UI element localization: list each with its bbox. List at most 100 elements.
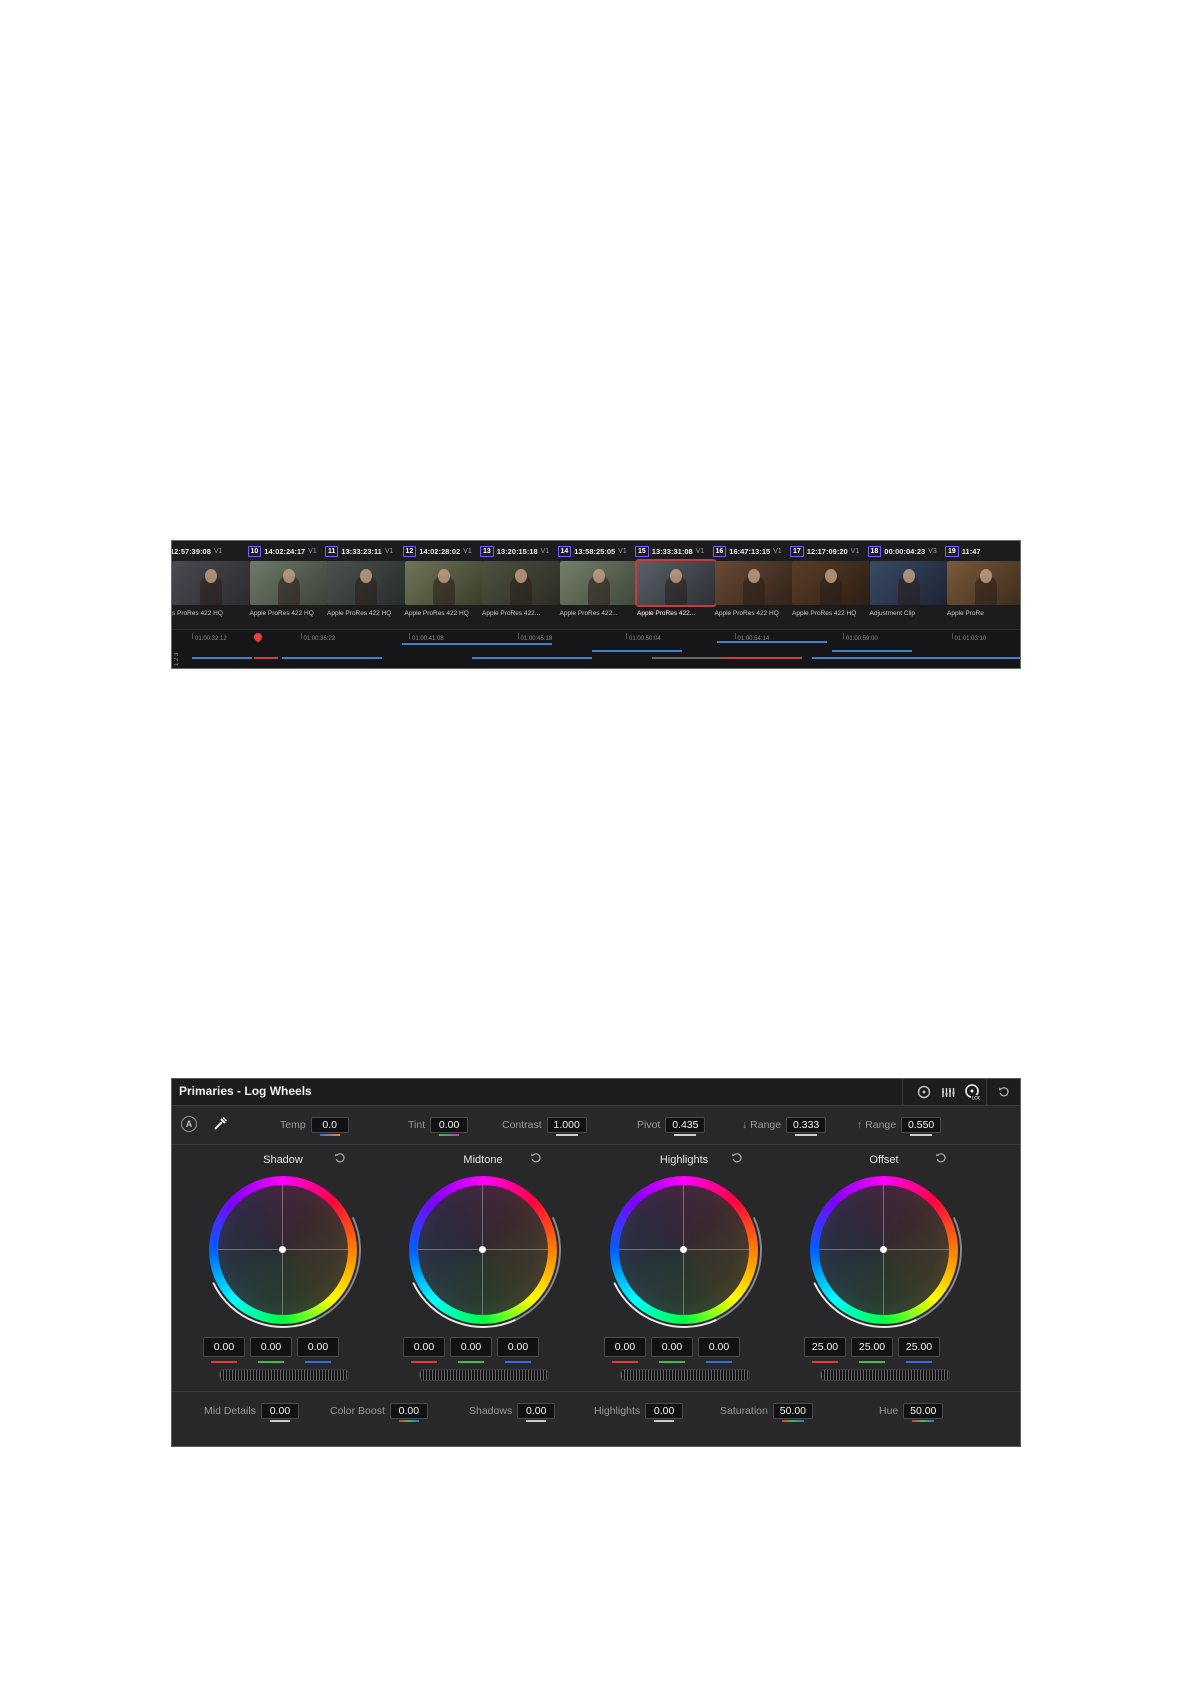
clip-image xyxy=(714,561,793,605)
wheel-title: Highlights xyxy=(659,1154,709,1166)
wheel-handle[interactable] xyxy=(479,1246,486,1253)
wheel-midtone: Midtone 0.00 0.00 0.00 xyxy=(383,1145,583,1391)
clip-header: 16 16:47:13:15 V1 xyxy=(712,545,795,557)
clip-header: 12 14:02:28:02 V1 xyxy=(402,545,485,557)
track-bar xyxy=(717,641,827,643)
ruler-timecode: 01:00:41:08 xyxy=(412,636,444,642)
wheel-blue-value[interactable]: 0.00 xyxy=(698,1337,740,1363)
clip-image xyxy=(635,559,717,607)
param-label: ↓ Range xyxy=(742,1119,782,1131)
param-value-field[interactable]: 0.00 xyxy=(517,1403,556,1422)
clip-codec: Apple ProRes 422 HQ xyxy=(714,610,779,617)
param-range: ↑ Range 0.550 xyxy=(857,1116,942,1136)
master-wheel-jog[interactable] xyxy=(620,1369,750,1381)
param-contrast: Contrast 1.000 xyxy=(502,1116,587,1136)
clip-thumbnail[interactable]: 16 16:47:13:15 V1 Apple ProRes 422 HQ xyxy=(712,541,795,629)
param-value-field[interactable]: 0.435 xyxy=(665,1117,706,1136)
clip-timecode: 13:33:31:08 xyxy=(651,546,693,556)
wheel-red-value[interactable]: 0.00 xyxy=(403,1337,445,1363)
svg-text:LOG: LOG xyxy=(972,1096,980,1101)
white-balance-picker-icon[interactable] xyxy=(210,1115,230,1133)
clip-codec: Apple ProRes 422... xyxy=(637,610,696,617)
master-wheel-jog[interactable] xyxy=(419,1369,549,1381)
param-label: Hue xyxy=(879,1405,899,1417)
param-value-field[interactable]: 0.00 xyxy=(260,1403,299,1422)
clip-codec: Apple ProRes 422 HQ xyxy=(792,610,857,617)
bottom-adjustment-row: Mid Details 0.00 Color Boost 0.00 Shadow… xyxy=(172,1391,1020,1446)
wheel-handle[interactable] xyxy=(680,1246,687,1253)
wheel-blue-value[interactable]: 0.00 xyxy=(497,1337,539,1363)
clip-header: 14 13:58:25:05 V1 xyxy=(557,545,640,557)
param-value-field[interactable]: 50.00 xyxy=(903,1403,944,1422)
clip-codec: Apple ProRes 422... xyxy=(559,610,618,617)
param-value-field[interactable]: 0.00 xyxy=(430,1117,469,1136)
color-wheels: Shadow 0.00 0.00 0.00 Midtone 0.00 0.00 … xyxy=(172,1145,1020,1391)
ruler-tick xyxy=(409,633,410,639)
clip-thumbnail[interactable]: 12:57:39:08 V1 s ProRes 422 HQ xyxy=(172,541,252,629)
param-value-field[interactable]: 0.0 xyxy=(310,1117,349,1136)
wheel-green-value[interactable]: 0.00 xyxy=(250,1337,292,1363)
track-bar xyxy=(652,657,722,659)
wheel-green-value[interactable]: 25.00 xyxy=(851,1337,893,1363)
playhead[interactable] xyxy=(254,633,262,641)
auto-balance-button[interactable]: A xyxy=(181,1116,197,1132)
color-wheel[interactable] xyxy=(183,1150,383,1350)
ruler-tick xyxy=(951,633,953,639)
wheel-reset-icon[interactable] xyxy=(333,1152,347,1166)
track-bar xyxy=(402,643,552,645)
color-wheel[interactable] xyxy=(584,1150,784,1350)
ruler-timecode: 01:01:03:10 xyxy=(954,636,987,642)
wheel-red-value[interactable]: 0.00 xyxy=(604,1337,646,1363)
clip-thumbnail[interactable]: 17 12:17:09:20 V1 Apple ProRes 422 HQ xyxy=(790,541,872,629)
param-value-field[interactable]: 0.333 xyxy=(786,1117,827,1136)
wheel-shadow: Shadow 0.00 0.00 0.00 xyxy=(183,1145,383,1391)
clip-thumbnail[interactable]: 19 11:47 Apple ProRe xyxy=(945,541,1020,629)
color-wheel[interactable] xyxy=(784,1150,984,1350)
clip-track: V1 xyxy=(773,547,782,555)
adjustment-row: A Temp 0.0 Tint 0.00 Contrast 1.000 Pivo… xyxy=(172,1106,1020,1145)
wheel-red-value[interactable]: 0.00 xyxy=(203,1337,245,1363)
clip-thumbnail[interactable]: 18 00:00:04:23 V3 Adjustment Clip xyxy=(867,541,950,629)
clip-thumbnail[interactable]: 10 14:02:24:17 V1 Apple ProRes 422 HQ xyxy=(247,541,330,629)
param-label: Shadows xyxy=(469,1405,513,1417)
clip-number: 19 xyxy=(945,545,959,557)
bars-mode-icon[interactable] xyxy=(938,1083,958,1101)
wheel-reset-icon[interactable] xyxy=(529,1152,543,1166)
param-value-field[interactable]: 50.00 xyxy=(772,1403,813,1422)
wheel-title: Midtone xyxy=(463,1154,503,1166)
clip-track: V1 xyxy=(213,547,223,555)
param-value-field[interactable]: 1.000 xyxy=(546,1117,587,1136)
wheel-blue-value[interactable]: 25.00 xyxy=(898,1337,940,1363)
param-label: Highlights xyxy=(594,1405,641,1417)
mini-timeline[interactable]: 1 2 3 01:00:32:12 01:00:36:22 01:00:41:08 0… xyxy=(172,629,1020,668)
param-value-field[interactable]: 0.550 xyxy=(901,1117,942,1136)
param-label: Mid Details xyxy=(204,1405,256,1417)
wheel-green-value[interactable]: 0.00 xyxy=(450,1337,492,1363)
master-wheel-jog[interactable] xyxy=(820,1369,950,1381)
wheel-reset-icon[interactable] xyxy=(934,1152,948,1166)
clip-image xyxy=(947,561,1020,605)
clip-header: 18 00:00:04:23 V3 xyxy=(867,545,950,557)
clip-thumbnail[interactable]: 13 13:20:15:18 V1 Apple ProRes 422... xyxy=(480,541,562,629)
wheel-title: Shadow xyxy=(263,1154,303,1166)
clip-header: 10 14:02:24:17 V1 xyxy=(247,545,330,557)
clip-thumbnail-selected[interactable]: 15 13:33:31:08 V1 Apple ProRes 422... xyxy=(635,541,717,629)
clip-thumbnail[interactable]: 11 13:33:23:11 V1 Apple ProRes 422 HQ xyxy=(325,541,407,629)
reset-all-icon[interactable] xyxy=(994,1083,1014,1101)
wheel-blue-value[interactable]: 0.00 xyxy=(297,1337,339,1363)
clip-image xyxy=(327,561,405,605)
param-value-field[interactable]: 0.00 xyxy=(389,1403,428,1422)
param-value-field[interactable]: 0.00 xyxy=(645,1403,684,1422)
wheel-reset-icon[interactable] xyxy=(730,1152,744,1166)
wheel-handle[interactable] xyxy=(279,1246,286,1253)
clip-number: 10 xyxy=(247,545,262,557)
wheels-mode-icon[interactable] xyxy=(914,1083,934,1101)
wheel-handle[interactable] xyxy=(880,1246,887,1253)
wheel-green-value[interactable]: 0.00 xyxy=(651,1337,693,1363)
master-wheel-jog[interactable] xyxy=(219,1369,349,1381)
log-mode-icon[interactable]: LOG xyxy=(962,1083,982,1101)
wheel-red-value[interactable]: 25.00 xyxy=(804,1337,846,1363)
color-wheel[interactable] xyxy=(383,1150,583,1350)
clip-thumbnail[interactable]: 14 13:58:25:05 V1 Apple ProRes 422... xyxy=(557,541,640,629)
clip-thumbnail[interactable]: 12 14:02:28:02 V1 Apple ProRes 422 HQ xyxy=(402,541,485,629)
